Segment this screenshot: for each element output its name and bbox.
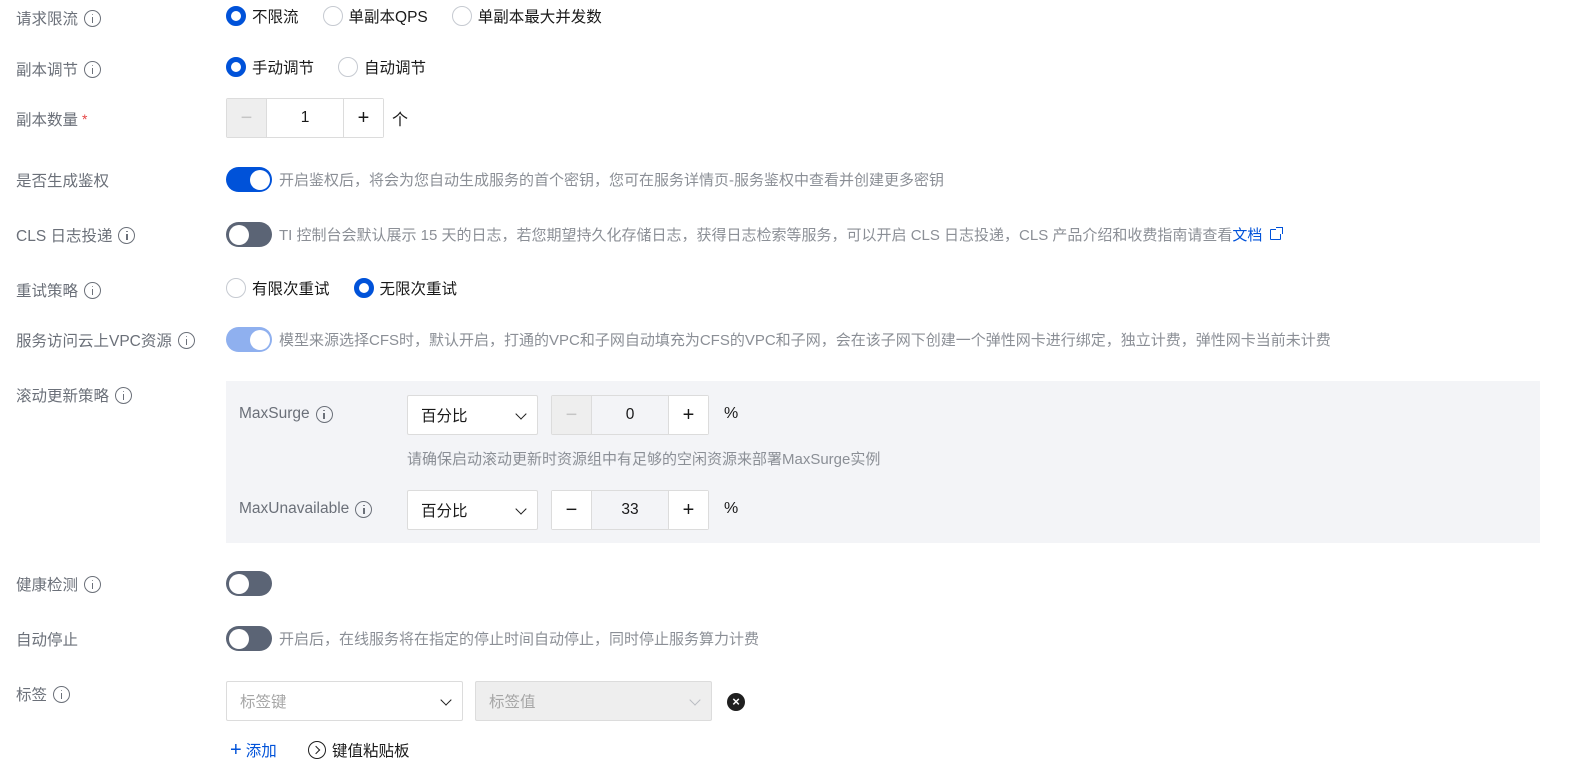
radio-unlimited-retry[interactable]: 无限次重试 <box>353 277 457 299</box>
replica-adjust-label: 副本调节 <box>16 58 102 80</box>
max-surge-unit: % <box>724 405 739 422</box>
auth-label: 是否生成鉴权 <box>16 173 110 190</box>
radio-checked-icon[interactable] <box>226 6 246 26</box>
chevron-down-icon <box>440 694 452 706</box>
radio-auto-adjust[interactable]: 自动调节 <box>338 56 426 78</box>
replica-count-label: 副本数量 * <box>16 111 88 129</box>
auto-stop-label: 自动停止 <box>16 632 79 649</box>
toggle-knob <box>249 329 270 350</box>
max-surge-input[interactable]: 0 <box>591 396 669 434</box>
replica-count-control: − 1 + 个 <box>226 98 408 138</box>
radio-unchecked-icon[interactable] <box>226 278 246 298</box>
cls-toggle[interactable] <box>226 222 272 247</box>
info-icon[interactable] <box>315 405 333 423</box>
health-check-toggle[interactable] <box>226 571 272 596</box>
info-icon[interactable] <box>84 575 102 593</box>
auth-hint: 开启鉴权后，将会为您自动生成服务的首个密钥，您可在服务详情页-服务鉴权中查看并创… <box>279 172 944 189</box>
tag-value-select: 标签值 <box>475 681 712 721</box>
max-surge-label: MaxSurge <box>239 405 333 423</box>
radio-checked-icon[interactable] <box>353 278 374 298</box>
chevron-down-icon <box>689 694 701 706</box>
replica-count-input[interactable]: 1 <box>266 99 344 137</box>
auth-toggle[interactable] <box>226 167 272 192</box>
radio-single-replica-qps[interactable]: 单副本QPS <box>322 5 428 27</box>
max-surge-mode-select[interactable]: 百分比 <box>407 395 538 435</box>
max-unavailable-input[interactable]: 33 <box>591 491 669 529</box>
decrement-button[interactable]: − <box>227 99 266 137</box>
replica-count-unit: 个 <box>392 112 409 129</box>
auto-stop-toggle[interactable] <box>226 626 272 651</box>
max-unavailable-stepper: − 33 + <box>551 490 709 530</box>
radio-unchecked-icon[interactable] <box>322 6 343 26</box>
rolling-update-label: 滚动更新策略 <box>16 384 133 406</box>
toggle-knob <box>249 169 270 190</box>
health-check-label: 健康检测 <box>16 573 102 595</box>
radio-no-limit[interactable]: 不限流 <box>226 5 299 27</box>
info-icon[interactable] <box>84 9 102 27</box>
radio-single-replica-max-concurrency[interactable]: 单副本最大并发数 <box>451 5 602 27</box>
info-icon[interactable] <box>118 226 136 244</box>
info-icon[interactable] <box>53 685 71 703</box>
increment-button[interactable]: + <box>669 491 708 529</box>
info-icon[interactable] <box>177 331 195 349</box>
vpc-label: 服务访问云上VPC资源 <box>16 329 195 351</box>
chevron-down-icon <box>515 503 527 515</box>
tags-label: 标签 <box>16 683 71 705</box>
key-value-paste-button[interactable]: 键值粘贴板 <box>308 739 410 761</box>
add-tag-button[interactable]: + 添加 <box>230 739 277 761</box>
tag-key-select[interactable]: 标签键 <box>226 681 463 721</box>
decrement-button[interactable]: − <box>552 491 591 529</box>
remove-tag-icon[interactable]: × <box>727 693 745 711</box>
required-mark: * <box>82 111 88 127</box>
info-icon[interactable] <box>355 500 373 518</box>
max-unavailable-mode-select[interactable]: 百分比 <box>407 490 538 530</box>
toggle-knob <box>228 628 249 649</box>
radio-limited-retry[interactable]: 有限次重试 <box>226 277 330 299</box>
chevron-down-icon <box>515 408 527 420</box>
rate-limit-label: 请求限流 <box>16 7 102 29</box>
vpc-toggle <box>226 327 272 352</box>
increment-button[interactable]: + <box>344 99 383 137</box>
rate-limit-radio-group: 不限流 单副本QPS 单副本最大并发数 <box>226 5 626 27</box>
vpc-hint: 模型来源选择CFS时，默认开启，打通的VPC和子网自动填充为CFS的VPC和子网… <box>279 332 1331 349</box>
radio-manual-adjust[interactable]: 手动调节 <box>226 56 314 78</box>
max-unavailable-label: MaxUnavailable <box>239 500 373 518</box>
toggle-knob <box>228 573 249 594</box>
max-surge-stepper: − 0 + <box>551 395 709 435</box>
replica-adjust-radio-group: 手动调节 自动调节 <box>226 56 450 78</box>
replica-count-stepper: − 1 + <box>226 98 384 138</box>
auto-stop-hint: 开启后，在线服务将在指定的停止时间自动停止，同时停止服务算力计费 <box>279 631 760 648</box>
radio-unchecked-icon[interactable] <box>451 6 472 26</box>
max-surge-hint: 请确保启动滚动更新时资源组中有足够的空闲资源来部署MaxSurge实例 <box>407 451 881 468</box>
increment-button[interactable]: + <box>669 396 708 434</box>
max-unavailable-unit: % <box>724 500 739 517</box>
decrement-button[interactable]: − <box>552 396 591 434</box>
retry-label: 重试策略 <box>16 279 102 301</box>
info-icon[interactable] <box>115 386 133 404</box>
cls-hint: TI 控制台会默认展示 15 天的日志，若您期望持久化存储日志，获得日志检索等服… <box>279 227 1233 244</box>
toggle-knob <box>228 224 249 245</box>
radio-unchecked-icon[interactable] <box>338 57 359 77</box>
rolling-update-panel: MaxSurge 百分比 − 0 + % 请确保启动滚动更新时资源组中有足够的空… <box>226 381 1540 543</box>
plus-icon: + <box>230 739 242 761</box>
cls-label: CLS 日志投递 <box>16 224 136 246</box>
info-icon[interactable] <box>84 281 102 299</box>
external-link-icon[interactable] <box>1270 227 1284 240</box>
info-icon[interactable] <box>84 60 102 78</box>
circle-chevron-right-icon <box>308 741 326 759</box>
retry-radio-group: 有限次重试 无限次重试 <box>226 277 481 299</box>
cls-doc-link[interactable]: 文档 <box>1232 224 1262 245</box>
radio-checked-icon[interactable] <box>226 57 246 77</box>
